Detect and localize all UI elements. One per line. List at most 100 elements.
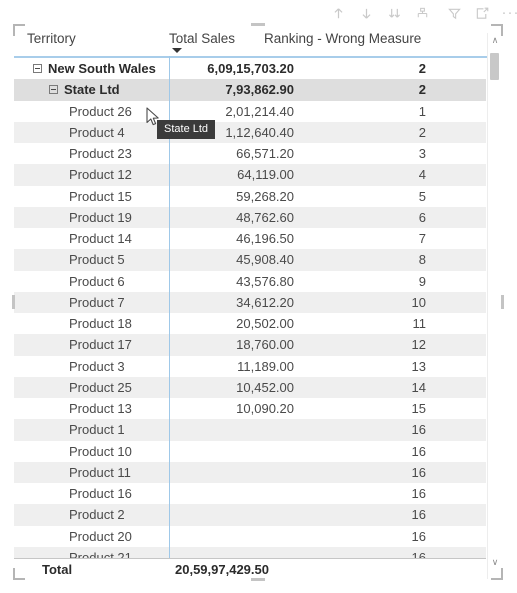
matrix-row[interactable]: Product 11 16 xyxy=(14,461,486,483)
matrix-row[interactable]: Product 20 16 xyxy=(14,526,486,547)
row-header-label: Product 14 xyxy=(69,231,132,246)
matrix-row[interactable]: State Ltd 7,93,862.90 2 xyxy=(14,79,486,101)
resize-handle-right[interactable] xyxy=(501,295,504,309)
cell-total-sales: 46,196.50 xyxy=(236,231,294,246)
scrollbar-thumb[interactable] xyxy=(490,53,499,80)
row-header-label: Product 18 xyxy=(69,316,132,331)
cell-ranking: 2 xyxy=(418,61,426,76)
collapse-toggle-icon[interactable] xyxy=(33,64,42,73)
cell-total-sales: 43,576.80 xyxy=(236,273,294,289)
focus-mode-icon[interactable] xyxy=(473,4,492,23)
matrix-row[interactable]: Product 16 16 xyxy=(14,483,486,504)
drill-on-hierarchy-icon[interactable] xyxy=(413,4,432,23)
cell-total-sales: 6,09,15,703.20 xyxy=(207,61,294,76)
matrix-grid: Territory Total Sales Ranking - Wrong Me… xyxy=(14,25,502,579)
cell-ranking: 1 xyxy=(418,103,426,119)
matrix-row[interactable]: Product 15 59,268.20 5 xyxy=(14,186,486,207)
sort-descending-icon[interactable] xyxy=(172,48,182,53)
matrix-row[interactable]: Product 10 16 xyxy=(14,441,486,462)
matrix-row[interactable]: Product 25 10,452.00 14 xyxy=(14,376,486,398)
matrix-row[interactable]: Product 6 43,576.80 9 xyxy=(14,271,486,292)
filter-icon[interactable] xyxy=(445,4,464,23)
resize-handle-bottom-right[interactable] xyxy=(491,568,503,580)
cell-total-sales: 45,908.40 xyxy=(236,252,294,268)
row-header-label: Product 19 xyxy=(69,209,132,225)
drill-up-icon[interactable] xyxy=(329,4,348,23)
matrix-row[interactable]: Product 18 20,502.00 11 xyxy=(14,313,486,334)
matrix-row[interactable]: Product 14 46,196.50 7 xyxy=(14,228,486,249)
matrix-row[interactable]: New South Wales 6,09,15,703.20 2 xyxy=(14,58,486,79)
cell-total-sales: 2,01,214.40 xyxy=(225,103,294,119)
matrix-column-headers: Territory Total Sales Ranking - Wrong Me… xyxy=(14,25,502,58)
resize-handle-top-left[interactable] xyxy=(13,24,25,36)
matrix-total-row: Total 20,59,97,429.50 xyxy=(14,558,486,579)
row-header-label: Product 2 xyxy=(69,507,125,523)
column-header-ranking[interactable]: Ranking - Wrong Measure xyxy=(264,31,421,46)
resize-handle-top[interactable] xyxy=(251,23,265,26)
matrix-row[interactable]: Product 3 11,189.00 13 xyxy=(14,356,486,377)
matrix-row[interactable]: Product 1 16 xyxy=(14,419,486,441)
matrix-row[interactable]: Product 17 18,760.00 12 xyxy=(14,334,486,356)
cell-total-sales: 59,268.20 xyxy=(236,188,294,204)
matrix-row[interactable]: Product 23 66,571.20 3 xyxy=(14,143,486,164)
resize-handle-bottom[interactable] xyxy=(251,578,265,581)
cell-ranking: 11 xyxy=(412,316,427,331)
powerbi-matrix-screenshot: ··· Territory Total Sales Ranking - Wron… xyxy=(0,0,517,593)
column-header-territory[interactable]: Territory xyxy=(27,31,76,46)
cell-ranking: 16 xyxy=(411,422,426,438)
cell-total-sales: 10,452.00 xyxy=(236,379,294,395)
matrix-row[interactable]: Product 2 16 xyxy=(14,504,486,526)
cell-ranking: 8 xyxy=(418,252,426,268)
matrix-row[interactable]: Product 13 10,090.20 15 xyxy=(14,398,486,419)
row-header-label: New South Wales xyxy=(48,61,156,76)
row-header-label: Product 25 xyxy=(69,379,132,395)
row-header-label: State Ltd xyxy=(64,82,120,98)
row-header-label: Product 21 xyxy=(69,549,132,558)
row-header-label: Product 13 xyxy=(69,401,132,416)
row-header-label: Product 16 xyxy=(69,486,132,501)
matrix-row[interactable]: Product 7 34,612.20 10 xyxy=(14,291,486,313)
row-tooltip: State Ltd xyxy=(157,120,216,139)
visual-header-toolbar: ··· xyxy=(325,0,517,26)
matrix-row[interactable]: Product 12 64,119.00 4 xyxy=(14,164,486,186)
cell-ranking: 15 xyxy=(411,401,426,416)
row-header-label: Product 17 xyxy=(69,337,132,353)
resize-handle-bottom-left[interactable] xyxy=(13,568,25,580)
cell-ranking: 16 xyxy=(411,507,426,523)
row-header-label: Product 23 xyxy=(69,146,132,161)
more-options-glyph: ··· xyxy=(501,4,517,21)
matrix-row[interactable]: Product 19 48,762.60 6 xyxy=(14,206,486,228)
cell-ranking: 3 xyxy=(418,146,426,161)
more-options-icon[interactable]: ··· xyxy=(501,4,517,23)
cell-total-sales: 18,760.00 xyxy=(236,337,294,353)
row-header-label: Product 10 xyxy=(69,443,132,459)
scroll-down-arrow-icon[interactable]: ∨ xyxy=(488,555,502,569)
row-header-label: Product 12 xyxy=(69,167,132,183)
expand-all-down-icon[interactable] xyxy=(385,4,404,23)
collapse-toggle-icon[interactable] xyxy=(49,85,58,95)
cell-ranking: 6 xyxy=(418,209,426,225)
row-header-label: Product 1 xyxy=(69,422,125,438)
cell-ranking: 5 xyxy=(418,188,426,204)
cell-total-sales: 66,571.20 xyxy=(236,146,294,161)
vertical-scrollbar[interactable]: ∧ ∨ xyxy=(487,33,502,579)
column-header-total-sales[interactable]: Total Sales xyxy=(169,31,235,46)
drill-down-icon[interactable] xyxy=(357,4,376,23)
total-row-total-sales: 20,59,97,429.50 xyxy=(175,562,269,577)
row-header-label: Product 15 xyxy=(69,188,132,204)
cell-ranking: 2 xyxy=(418,124,426,140)
matrix-visual: Territory Total Sales Ranking - Wrong Me… xyxy=(12,23,504,581)
resize-handle-top-right[interactable] xyxy=(491,24,503,36)
resize-handle-left[interactable] xyxy=(12,295,15,309)
matrix-row[interactable]: Product 4 1,12,640.40 2 xyxy=(14,121,486,143)
cell-ranking: 16 xyxy=(411,464,426,480)
matrix-row[interactable]: Product 21 16 xyxy=(14,546,486,558)
cell-total-sales: 11,189.00 xyxy=(237,358,294,374)
matrix-row[interactable]: Product 26 2,01,214.40 1 xyxy=(14,101,486,122)
cell-ranking: 16 xyxy=(411,443,426,459)
cell-total-sales: 48,762.60 xyxy=(236,209,294,225)
cell-ranking: 9 xyxy=(418,273,426,289)
cell-ranking: 14 xyxy=(411,379,426,395)
matrix-row[interactable]: Product 5 45,908.40 8 xyxy=(14,249,486,271)
row-header-label: Product 20 xyxy=(69,528,132,544)
